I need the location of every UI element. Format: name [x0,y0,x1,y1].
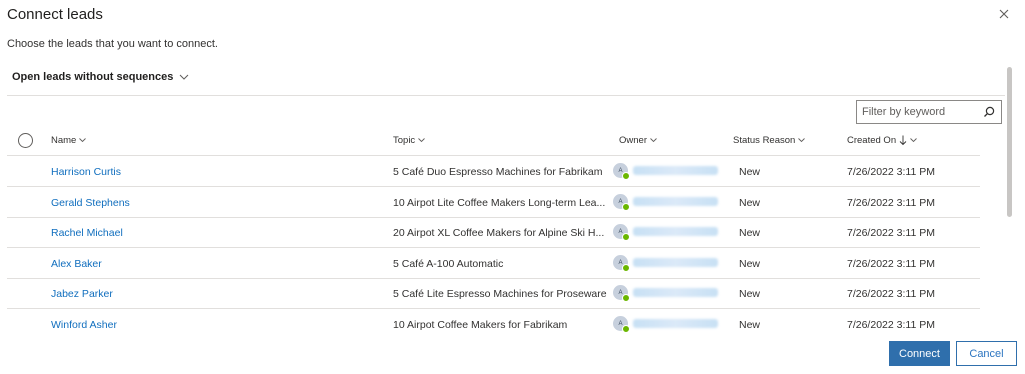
avatar: A [613,163,630,180]
created-on: 7/26/2022 3:11 PM [847,227,935,239]
filter-box[interactable] [856,100,1002,124]
chevron-down-icon [910,138,917,143]
status-reason: New [739,227,761,239]
lead-topic: 10 Airpot Coffee Makers for Fabrikam [393,319,568,331]
column-header-label: Owner [619,135,647,146]
owner-cell: A [613,163,718,180]
created-on: 7/26/2022 3:11 PM [847,258,935,270]
owner-name-redacted[interactable] [633,319,718,328]
select-all-checkbox[interactable] [18,133,33,148]
presence-available-icon [622,203,630,211]
status-reason: New [739,319,761,331]
avatar: A [613,224,630,241]
lead-name-link[interactable]: Rachel Michael [51,227,123,239]
avatar: A [613,285,630,302]
chevron-down-icon [180,74,189,80]
status-reason: New [739,197,761,209]
view-selector-label: Open leads without sequences [12,71,174,83]
column-header-status[interactable]: Status Reason [733,135,806,146]
lead-name-link[interactable]: Gerald Stephens [51,197,130,209]
lead-topic: 10 Airpot Lite Coffee Makers Long-term L… [393,197,606,209]
owner-name-redacted[interactable] [633,288,718,297]
created-on: 7/26/2022 3:11 PM [847,319,935,331]
filter-input[interactable] [857,105,982,119]
lead-topic: 5 Café Duo Espresso Machines for Fabrika… [393,166,603,178]
status-reason: New [739,166,761,178]
owner-cell: A [613,285,718,302]
search-icon[interactable] [983,106,995,118]
owner-name-redacted[interactable] [633,166,718,175]
table-row[interactable]: Gerald Stephens 10 Airpot Lite Coffee Ma… [7,187,980,218]
status-reason: New [739,288,761,300]
column-header-created-on[interactable]: Created On [847,135,917,146]
column-header-owner[interactable]: Owner [619,135,657,146]
close-icon[interactable] [997,7,1011,21]
dialog-subtitle: Choose the leads that you want to connec… [7,38,218,50]
table-row[interactable]: Jabez Parker 5 Café Lite Espresso Machin… [7,278,980,309]
presence-available-icon [622,233,630,241]
column-header-label: Name [51,135,77,146]
chevron-down-icon [650,138,657,143]
table-row[interactable]: Winford Asher 10 Airpot Coffee Makers fo… [7,309,980,333]
lead-name-link[interactable]: Jabez Parker [51,288,113,300]
chevron-down-icon [79,138,87,143]
lead-name-link[interactable]: Harrison Curtis [51,166,121,178]
grid-header: Name Topic Owner Status Reason Created O… [7,127,980,156]
lead-topic: 5 Café A-100 Automatic [393,258,504,270]
avatar: A [613,255,630,272]
chevron-down-icon [418,138,426,143]
owner-cell: A [613,316,718,333]
lead-topic: 5 Café Lite Espresso Machines for Prosew… [393,288,607,300]
lead-name-link[interactable]: Winford Asher [51,319,117,331]
cancel-button[interactable]: Cancel [956,341,1017,366]
avatar: A [613,194,630,211]
presence-available-icon [622,325,630,333]
lead-topic: 20 Airpot XL Coffee Makers for Alpine Sk… [393,227,605,239]
owner-name-redacted[interactable] [633,197,718,206]
chevron-down-icon [798,138,806,143]
column-header-label: Topic [393,135,416,146]
table-row[interactable]: Harrison Curtis 5 Café Duo Espresso Mach… [7,156,980,187]
created-on: 7/26/2022 3:11 PM [847,288,935,300]
presence-available-icon [622,172,630,180]
column-header-name[interactable]: Name [51,135,87,146]
connect-button[interactable]: Connect [889,341,950,366]
dialog-title: Connect leads [7,6,103,23]
vertical-scrollbar[interactable] [1007,67,1012,217]
created-on: 7/26/2022 3:11 PM [847,166,935,178]
owner-name-redacted[interactable] [633,258,718,267]
view-divider [7,95,1005,96]
owner-name-redacted[interactable] [633,227,718,236]
owner-cell: A [613,224,718,241]
presence-available-icon [622,264,630,272]
table-row[interactable]: Rachel Michael 20 Airpot XL Coffee Maker… [7,217,980,248]
column-header-label: Created On [847,135,897,146]
lead-name-link[interactable]: Alex Baker [51,258,102,270]
owner-cell: A [613,255,718,272]
created-on: 7/26/2022 3:11 PM [847,197,935,209]
column-header-topic[interactable]: Topic [393,135,426,146]
table-row[interactable]: Alex Baker 5 Café A-100 Automatic A New … [7,248,980,279]
owner-cell: A [613,194,718,211]
view-selector[interactable]: Open leads without sequences [12,71,189,83]
column-header-label: Status Reason [733,135,796,146]
presence-available-icon [622,294,630,302]
status-reason: New [739,258,761,270]
sort-descending-icon [899,135,907,146]
avatar: A [613,316,630,333]
